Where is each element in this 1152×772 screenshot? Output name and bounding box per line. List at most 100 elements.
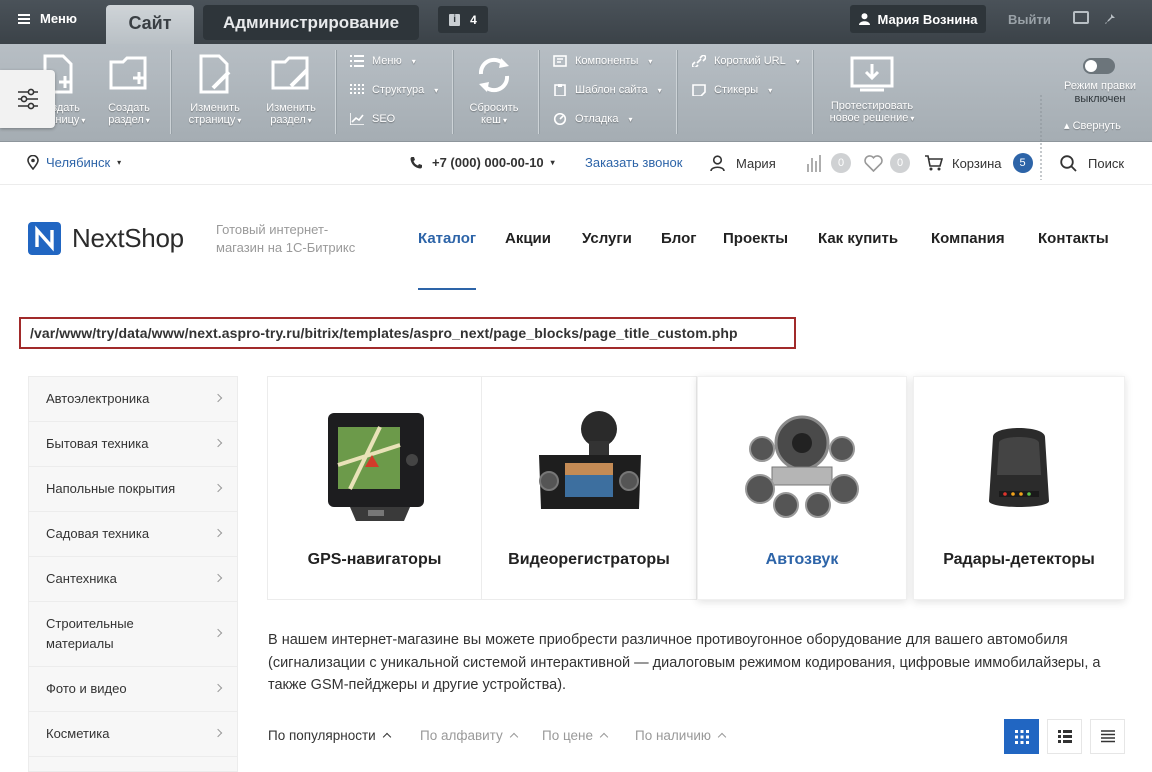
callback-link[interactable]: Заказать звонок: [585, 155, 682, 170]
logo-text[interactable]: NextShop: [72, 223, 184, 254]
theme-settings-button[interactable]: [0, 70, 55, 128]
user-account[interactable]: Мария: [710, 155, 776, 171]
search-button[interactable]: Поиск: [1060, 155, 1124, 172]
stickers-dropdown[interactable]: Стикеры ▾: [692, 84, 772, 96]
cart-label: Корзина: [952, 155, 1002, 171]
radar-detector-image: [989, 428, 1049, 507]
create-section-button[interactable]: Создать раздел ▾: [98, 54, 160, 127]
category-title: GPS-навигаторы: [307, 551, 442, 568]
debug-dropdown[interactable]: Отладка ▾: [553, 113, 633, 125]
sort-arrow-icon: [599, 732, 609, 742]
nav-promotions[interactable]: Акции: [505, 230, 551, 247]
section-description: В нашем интернет-магазине вы можете прио…: [268, 632, 1101, 693]
notifications-count: 4: [470, 12, 477, 27]
sidebar-item-photo-video[interactable]: Фото и видео: [29, 667, 237, 712]
view-list-button[interactable]: [1047, 719, 1082, 754]
sort-by-alphabet[interactable]: По алфавиту: [420, 728, 519, 743]
nav-how-to-buy[interactable]: Как купить: [818, 230, 898, 247]
chevron-right-icon: [213, 628, 223, 638]
sort-label: По популярности: [268, 728, 376, 743]
sort-arrow-icon: [509, 732, 519, 742]
sidebar-item-flooring[interactable]: Напольные покрытия: [29, 467, 237, 512]
pin-icon[interactable]: [1103, 10, 1119, 26]
reset-cache-button[interactable]: Сбросить кеш ▾: [464, 54, 524, 127]
hotkeys-icon[interactable]: [1073, 11, 1089, 24]
edit-page-label-1: Изменить: [190, 102, 240, 114]
seo-button[interactable]: SEO: [350, 113, 395, 125]
seo-label: SEO: [372, 113, 396, 125]
sidebar-item-garden[interactable]: Садовая техника: [29, 512, 237, 557]
tab-administration[interactable]: Администрирование: [203, 5, 419, 40]
sidebar-item-autoelectronics[interactable]: Автоэлектроника: [29, 377, 237, 422]
edit-mode-state: выключен: [1074, 93, 1126, 105]
test-solution-button[interactable]: Протестировать новое решение ▾: [822, 54, 922, 125]
toolbar-separator: [676, 50, 677, 134]
nav-company[interactable]: Компания: [931, 230, 1005, 247]
edit-mode-toggle[interactable]: [1083, 58, 1115, 74]
sidebar-item-building-materials[interactable]: Строительные материалы: [29, 602, 237, 667]
admin-toolbar: Создать страницу ▾ Создать раздел ▾ Измени…: [0, 44, 1152, 180]
structure-dropdown[interactable]: Структура ▾: [350, 84, 438, 96]
menu-dropdown[interactable]: Меню ▾: [350, 55, 416, 67]
edit-mode-title: Режим правки: [1064, 80, 1136, 92]
chevron-right-icon: [213, 573, 223, 583]
collapse-toolbar-button[interactable]: ▴ Свернуть: [1064, 119, 1121, 132]
sidebar-item-label: Косметика: [46, 726, 110, 741]
edit-section-button[interactable]: Изменить раздел ▾: [258, 54, 324, 127]
sidebar-item-label: Автоэлектроника: [46, 391, 150, 406]
short-url-dropdown[interactable]: Короткий URL ▾: [692, 55, 800, 67]
catalog-sidebar: Автоэлектроника Бытовая техника Напольны…: [28, 376, 238, 772]
refresh-icon: [478, 57, 510, 93]
category-title: Автозвук: [765, 551, 839, 568]
compare-button[interactable]: 0: [806, 153, 851, 173]
cart-button[interactable]: Корзина 5: [925, 153, 1033, 173]
sort-by-price[interactable]: По цене: [542, 728, 609, 743]
nav-services[interactable]: Услуги: [582, 230, 632, 247]
short-url-label: Короткий URL: [714, 55, 786, 67]
sidebar-item-label: Строительные материалы: [46, 616, 134, 651]
sort-by-availability[interactable]: По наличию: [635, 728, 727, 743]
logo-icon[interactable]: [28, 222, 61, 255]
category-card-dashcams[interactable]: Видеорегистраторы: [481, 376, 697, 600]
sidebar-item-cosmetics[interactable]: Косметика: [29, 712, 237, 757]
category-card-car-audio[interactable]: Автозвук: [697, 376, 907, 600]
admin-menu-label: Меню: [40, 11, 78, 26]
components-dropdown[interactable]: Компоненты ▾: [553, 55, 652, 67]
phone-selector[interactable]: +7 (000) 000-00-10 ▾: [410, 155, 555, 170]
notifications-button[interactable]: i 4: [438, 6, 488, 33]
nav-projects[interactable]: Проекты: [723, 230, 788, 247]
site-header-line: Челябинск ▾ +7 (000) 000-00-10 ▾ Заказать …: [0, 142, 1152, 185]
nav-catalog[interactable]: Каталог: [418, 230, 476, 247]
components-label: Компоненты: [575, 55, 639, 67]
list-icon: [350, 55, 364, 67]
tab-site[interactable]: Сайт: [106, 5, 194, 44]
edit-page-button[interactable]: Изменить страницу ▾: [182, 54, 248, 127]
nav-contacts[interactable]: Контакты: [1038, 230, 1109, 247]
hamburger-icon: [18, 13, 30, 24]
menu-dropdown-label: Меню: [372, 55, 402, 67]
sidebar-item-plumbing[interactable]: Сантехника: [29, 557, 237, 602]
view-table-button[interactable]: [1090, 719, 1125, 754]
logout-link[interactable]: Выйти: [1008, 12, 1051, 27]
chevron-right-icon: [213, 528, 223, 538]
view-grid-button[interactable]: [1004, 719, 1039, 754]
reset-cache-label-1: Сбросить: [469, 102, 519, 114]
chart-icon: [350, 113, 364, 125]
chevron-right-icon: [213, 728, 223, 738]
location-pin-icon: [27, 155, 39, 170]
sidebar-item-appliances[interactable]: Бытовая техника: [29, 422, 237, 467]
category-card-radar-detectors[interactable]: Радары-детекторы: [913, 376, 1125, 600]
sort-by-popularity[interactable]: По популярности: [268, 728, 391, 743]
favorites-button[interactable]: 0: [864, 153, 910, 173]
category-title: Видеорегистраторы: [508, 551, 670, 568]
nav-blog[interactable]: Блог: [661, 230, 697, 247]
city-selector[interactable]: Челябинск ▾: [27, 155, 121, 170]
site-template-dropdown[interactable]: Шаблон сайта ▾: [553, 84, 662, 96]
sidebar-item-label: Бытовая техника: [46, 436, 149, 451]
category-card-gps[interactable]: GPS-навигаторы: [267, 376, 482, 600]
category-title: Радары-детекторы: [943, 551, 1095, 568]
admin-menu-button[interactable]: Меню: [18, 11, 77, 26]
cart-count: 5: [1012, 153, 1033, 173]
car-audio-image: [745, 415, 859, 518]
admin-user-button[interactable]: Мария Вознина: [850, 5, 986, 33]
